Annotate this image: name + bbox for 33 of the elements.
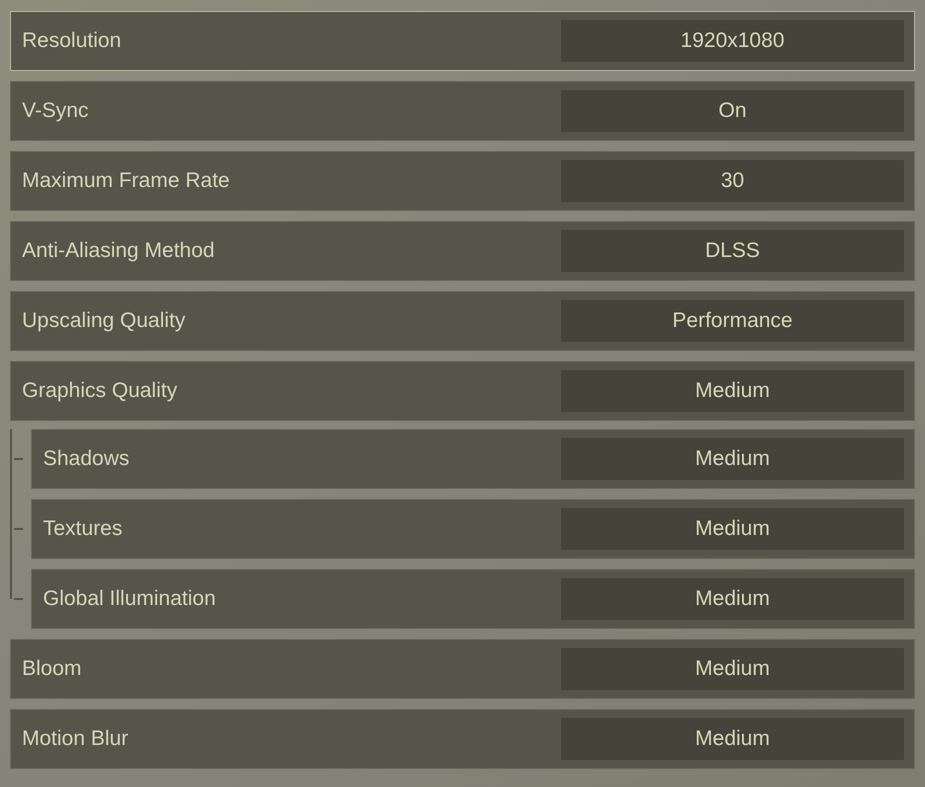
setting-row[interactable]: Global Illumination Medium [31,569,915,629]
setting-label: Graphics Quality [22,378,178,404]
setting-value-selector[interactable]: 30 [561,160,904,202]
setting-label: Anti-Aliasing Method [22,238,215,264]
setting-label: Upscaling Quality [22,308,186,334]
setting-value-selector[interactable]: Medium [561,508,904,550]
setting-value-selector[interactable]: Medium [561,648,904,690]
setting-value-selector[interactable]: 1920x1080 [561,20,904,62]
setting-row[interactable]: Anti-Aliasing Method DLSS [10,221,915,281]
setting-row[interactable]: Resolution 1920x1080 [10,11,915,71]
setting-label: Bloom [22,656,82,682]
setting-row[interactable]: Upscaling Quality Performance [10,291,915,351]
setting-row[interactable]: V-Sync On [10,81,915,141]
setting-value-selector[interactable]: Medium [561,718,904,760]
setting-value-selector[interactable]: Medium [561,578,904,620]
setting-row[interactable]: Shadows Medium [31,429,915,489]
setting-row[interactable]: Graphics Quality Medium [10,361,915,421]
setting-value-selector[interactable]: Performance [561,300,904,342]
setting-value-selector[interactable]: On [561,90,904,132]
setting-label: Maximum Frame Rate [22,168,230,194]
setting-label: V-Sync [22,98,89,124]
setting-label: Motion Blur [22,726,128,752]
setting-label: Shadows [43,446,130,472]
setting-value-selector[interactable]: Medium [561,370,904,412]
setting-value-selector[interactable]: Medium [561,438,904,480]
setting-label: Resolution [22,28,122,54]
setting-value-selector[interactable]: DLSS [561,230,904,272]
setting-row[interactable]: Bloom Medium [10,639,915,699]
setting-row[interactable]: Textures Medium [31,499,915,559]
setting-row[interactable]: Maximum Frame Rate 30 [10,151,915,211]
setting-label: Global Illumination [43,586,216,612]
setting-label: Textures [43,516,122,542]
setting-row[interactable]: Motion Blur Medium [10,709,915,769]
